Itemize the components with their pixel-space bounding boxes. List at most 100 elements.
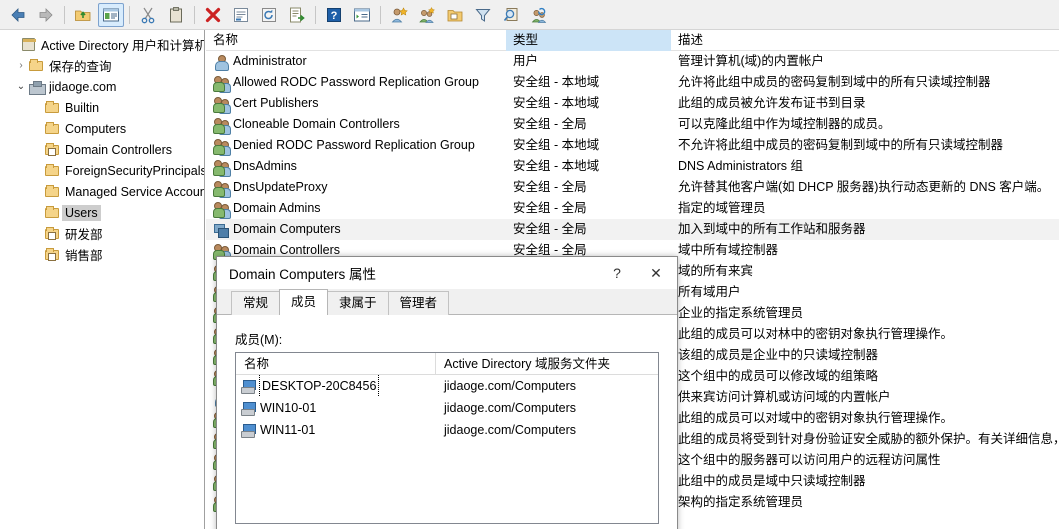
toolbar-separator — [315, 5, 316, 24]
column-header-type[interactable]: 类型 — [506, 30, 671, 51]
members-list-header: 名称 Active Directory 域服务文件夹 — [236, 353, 658, 375]
tree-item-sales-department[interactable]: 销售部 — [0, 244, 204, 265]
cell-name-text: Administrator — [233, 54, 307, 68]
tree-item-label: 研发部 — [65, 228, 103, 242]
cell-name: Domain Admins — [206, 198, 506, 219]
tree-item-managed-service-accounts[interactable]: Managed Service Accounts — [0, 181, 204, 202]
tree-item-label: Users — [62, 204, 101, 221]
back-button[interactable] — [5, 3, 31, 27]
tree-item-label: Managed Service Accounts — [65, 184, 204, 199]
dialog-help-button[interactable]: ? — [599, 257, 635, 289]
cell-name: Allowed RODC Password Replication Group — [206, 72, 506, 93]
toolbar: ? — [0, 0, 1059, 30]
cell-name-text: Denied RODC Password Replication Group — [233, 138, 475, 152]
dialog-close-button[interactable]: ✕ — [635, 257, 677, 289]
tree-item-computers[interactable]: Computers — [0, 118, 204, 139]
console-tree: Active Directory 用户和计算机 › 保存的查询 ⌄ jidaog… — [0, 30, 204, 265]
tree-item-builtin[interactable]: Builtin — [0, 97, 204, 118]
tree-item-users[interactable]: Users — [0, 202, 204, 223]
tab-member-of[interactable]: 隶属于 — [327, 291, 389, 315]
computer-icon — [240, 422, 256, 438]
members-label-text: 成员(M): — [235, 333, 283, 347]
table-row[interactable]: Administrator 用户 管理计算机(域)的内置帐户 — [206, 51, 1059, 72]
members-column-header-folder[interactable]: Active Directory 域服务文件夹 — [436, 353, 658, 375]
chevron-right-icon[interactable]: › — [14, 60, 28, 71]
table-row[interactable]: Domain Admins 安全组 - 全局 指定的域管理员 — [206, 198, 1059, 219]
tree-item-domain-controllers[interactable]: Domain Controllers — [0, 139, 204, 160]
cell-description: 这个组中的服务器可以访问用户的远程访问属性 — [678, 453, 941, 467]
cell-description: 此组的成员可以对域中的密钥对象执行管理操作。 — [678, 411, 954, 425]
cell-name-text: Cert Publishers — [233, 96, 319, 110]
cell-description: 允许将此组中成员的密码复制到域中的所有只读域控制器 — [678, 75, 991, 89]
cell-description: DNS Administrators 组 — [678, 159, 804, 173]
members-list[interactable]: 名称 Active Directory 域服务文件夹 DESKTOP-20C84… — [235, 352, 659, 524]
tab-members[interactable]: 成员 — [279, 289, 329, 315]
cell-type: 安全组 - 本地域 — [513, 138, 600, 152]
cell-name: DnsAdmins — [206, 156, 506, 177]
cut-button[interactable] — [135, 3, 161, 27]
tree-item-rd-department[interactable]: 研发部 — [0, 223, 204, 244]
cell-name-text: Allowed RODC Password Replication Group — [233, 75, 479, 89]
members-label: 成员(M): — [235, 329, 659, 348]
computer-icon — [240, 378, 256, 394]
folder-icon — [44, 121, 62, 137]
change-domain-button[interactable] — [526, 3, 552, 27]
tab-managed-by[interactable]: 管理者 — [387, 291, 450, 315]
tab-general[interactable]: 常规 — [231, 291, 281, 315]
tree-item-domain[interactable]: ⌄ jidaoge.com — [0, 76, 204, 97]
group-icon — [213, 138, 229, 155]
dialog-title: Domain Computers 属性 — [229, 267, 377, 282]
filter-button[interactable] — [470, 3, 496, 27]
show-hide-console-tree-button[interactable] — [98, 2, 124, 27]
export-list-button[interactable] — [284, 3, 310, 27]
chevron-down-icon[interactable]: ⌄ — [14, 81, 28, 92]
new-ou-button[interactable] — [442, 3, 468, 27]
member-cell-name: WIN10-01 — [236, 397, 436, 419]
table-row[interactable]: Domain Computers 安全组 - 全局 加入到域中的所有工作站和服务器 — [206, 219, 1059, 240]
toolbar-separator — [129, 5, 130, 24]
column-header-name[interactable]: 名称 — [206, 30, 506, 51]
group-icon — [213, 180, 229, 197]
domain-icon — [28, 79, 46, 95]
folder-icon — [44, 100, 62, 116]
paste-button[interactable] — [163, 3, 189, 27]
tree-item-label: Builtin — [65, 100, 100, 115]
member-row[interactable]: WIN11-01 jidaoge.com/Computers — [236, 419, 658, 441]
member-cell-folder: jidaoge.com/Computers — [444, 401, 577, 415]
table-row[interactable]: DnsUpdateProxy 安全组 - 全局 允许替其他客户端(如 DHCP 服务… — [206, 177, 1059, 198]
help-button[interactable]: ? — [321, 3, 347, 27]
group-icon — [213, 117, 229, 134]
column-header-description[interactable]: 描述 — [671, 30, 1059, 51]
tree-item-saved-queries[interactable]: › 保存的查询 — [0, 55, 204, 76]
cell-description: 不允许将此组中成员的密码复制到域中的所有只读域控制器 — [678, 138, 1004, 152]
table-row[interactable]: Cloneable Domain Controllers 安全组 - 全局 可以克隆… — [206, 114, 1059, 135]
cell-description: 架构的指定系统管理员 — [678, 495, 804, 509]
ou-icon — [44, 142, 62, 158]
forward-button[interactable] — [33, 3, 59, 27]
show-action-pane-button[interactable] — [349, 3, 375, 27]
dialog-title-buttons: ? ✕ — [599, 257, 677, 289]
cell-description: 允许替其他客户端(如 DHCP 服务器)执行动态更新的 DNS 客户端。 — [678, 180, 1050, 194]
table-row[interactable]: Cert Publishers 安全组 - 本地域 此组的成员被允许发布证书到目录 — [206, 93, 1059, 114]
member-cell-name: WIN11-01 — [236, 419, 436, 441]
up-one-level-button[interactable] — [70, 3, 96, 27]
delete-button[interactable] — [200, 3, 226, 27]
find-button[interactable] — [498, 3, 524, 27]
new-user-button[interactable] — [386, 3, 412, 27]
properties-button[interactable] — [228, 3, 254, 27]
refresh-button[interactable] — [256, 3, 282, 27]
computer-icon — [240, 400, 256, 416]
table-row[interactable]: Denied RODC Password Replication Group 安全… — [206, 135, 1059, 156]
tree-item-root[interactable]: Active Directory 用户和计算机 — [0, 34, 204, 55]
table-row[interactable]: DnsAdmins 安全组 - 本地域 DNS Administrators 组 — [206, 156, 1059, 177]
members-column-header-name[interactable]: 名称 — [236, 353, 436, 375]
tree-item-foreign-security-principals[interactable]: ForeignSecurityPrincipals — [0, 160, 204, 181]
table-row[interactable]: Allowed RODC Password Replication Group 安… — [206, 72, 1059, 93]
cell-type: 安全组 - 本地域 — [513, 96, 600, 110]
cell-type: 安全组 - 全局 — [513, 180, 587, 194]
member-row[interactable]: DESKTOP-20C8456 jidaoge.com/Computers — [236, 375, 658, 397]
toolbar-separator — [194, 5, 195, 24]
member-row[interactable]: WIN10-01 jidaoge.com/Computers — [236, 397, 658, 419]
new-group-button[interactable] — [414, 3, 440, 27]
dialog-title-bar[interactable]: Domain Computers 属性 ? ✕ — [217, 257, 677, 289]
